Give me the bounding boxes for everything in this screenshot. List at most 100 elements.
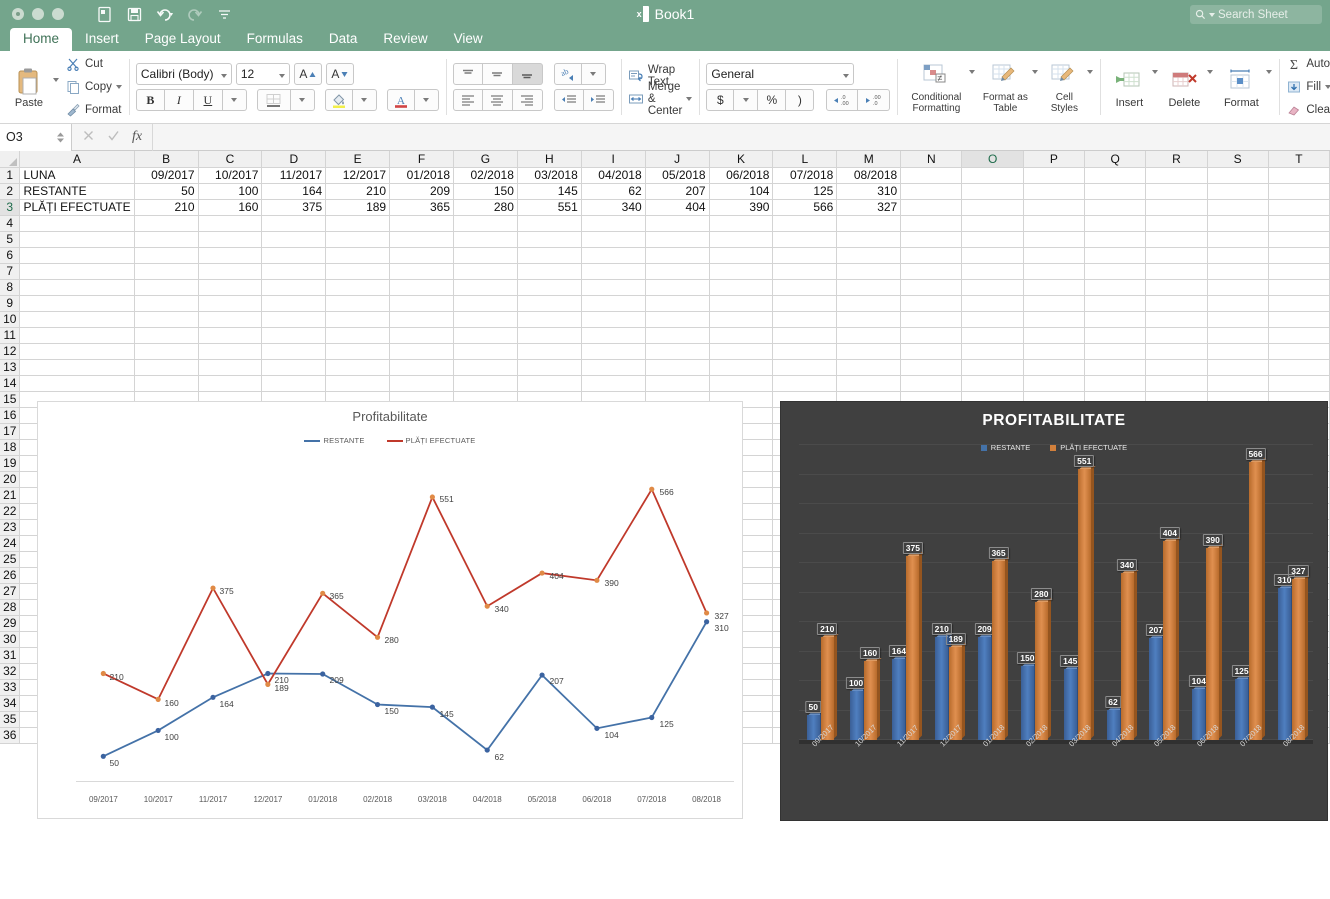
cell-D5[interactable]: [261, 231, 327, 248]
cell-D12[interactable]: [261, 343, 327, 360]
cell-N9[interactable]: [900, 295, 963, 312]
column-header-q[interactable]: Q: [1084, 151, 1147, 168]
cell-R11[interactable]: [1145, 327, 1208, 344]
cell-D14[interactable]: [261, 375, 327, 392]
row-header-24[interactable]: 24: [0, 535, 21, 552]
row-header-36[interactable]: 36: [0, 727, 21, 744]
row-header-22[interactable]: 22: [0, 503, 21, 520]
tab-home[interactable]: Home: [10, 28, 73, 51]
cell-M3[interactable]: 327: [836, 199, 902, 216]
insert-cells-button[interactable]: Insert: [1107, 66, 1151, 109]
chevron-down-icon[interactable]: [843, 74, 850, 78]
cell-F3[interactable]: 365: [389, 199, 454, 216]
row-header-28[interactable]: 28: [0, 599, 21, 616]
cell-G2[interactable]: 150: [453, 183, 518, 200]
cell-P10[interactable]: [1023, 311, 1085, 328]
cell-H4[interactable]: [517, 215, 582, 232]
cell-K8[interactable]: [709, 279, 774, 296]
table-row[interactable]: 1 LUNA 09/2017 10/2017 11/2017 12/2017 01/2018…: [0, 167, 1330, 184]
cell-R5[interactable]: [1145, 231, 1208, 248]
cell-C3[interactable]: 160: [198, 199, 263, 216]
row-header-4[interactable]: 4: [0, 215, 21, 232]
cell-T2[interactable]: [1268, 183, 1330, 200]
cell-S3[interactable]: [1207, 199, 1269, 216]
cell-G4[interactable]: [453, 215, 518, 232]
cell-B9[interactable]: [134, 295, 199, 312]
cell-L6[interactable]: [772, 247, 838, 264]
cell-M10[interactable]: [836, 311, 902, 328]
column-header-t[interactable]: T: [1268, 151, 1330, 168]
number-format-select[interactable]: General: [706, 63, 855, 85]
name-box-spinner[interactable]: [56, 132, 65, 143]
cell-B13[interactable]: [134, 359, 199, 376]
cell-P3[interactable]: [1023, 199, 1085, 216]
cell-H12[interactable]: [517, 343, 582, 360]
cell-F8[interactable]: [389, 279, 454, 296]
cell-G3[interactable]: 280: [453, 199, 518, 216]
cell-A10[interactable]: [19, 311, 135, 328]
row-header-1[interactable]: 1: [0, 167, 21, 184]
row-header-10[interactable]: 10: [0, 311, 21, 328]
cell-A9[interactable]: [19, 295, 135, 312]
cell-G11[interactable]: [453, 327, 518, 344]
cell-H9[interactable]: [517, 295, 582, 312]
cell-J6[interactable]: [645, 247, 710, 264]
row-header-18[interactable]: 18: [0, 439, 21, 456]
cell-F11[interactable]: [389, 327, 454, 344]
cell-B2[interactable]: 50: [134, 183, 199, 200]
cell-H10[interactable]: [517, 311, 582, 328]
cell-L1[interactable]: 07/2018: [772, 167, 838, 184]
column-header-d[interactable]: D: [261, 151, 327, 168]
row-header-3[interactable]: 3: [0, 199, 21, 216]
close-button[interactable]: [12, 8, 24, 20]
cell-R2[interactable]: [1145, 183, 1208, 200]
cell-J4[interactable]: [645, 215, 710, 232]
select-all-button[interactable]: [0, 151, 21, 168]
fill-color-dropdown-button[interactable]: [352, 89, 377, 111]
cell-E4[interactable]: [325, 215, 391, 232]
cell-F13[interactable]: [389, 359, 454, 376]
table-row[interactable]: 3 PLĂȚI EFECTUATE 210 160 375 189 365 280 551 340…: [0, 199, 1330, 216]
cell-T3[interactable]: [1268, 199, 1330, 216]
orientation-button[interactable]: ab: [553, 63, 582, 85]
cell-R9[interactable]: [1145, 295, 1208, 312]
column-header-c[interactable]: C: [198, 151, 263, 168]
cell-R3[interactable]: [1145, 199, 1208, 216]
cell-P5[interactable]: [1023, 231, 1085, 248]
delete-dropdown-icon[interactable]: [1207, 70, 1214, 74]
row-header-8[interactable]: 8: [0, 279, 21, 296]
cell-T5[interactable]: [1268, 231, 1330, 248]
cell-K13[interactable]: [709, 359, 774, 376]
column-header-i[interactable]: I: [581, 151, 646, 168]
align-middle-button[interactable]: [482, 63, 513, 85]
cell-M1[interactable]: 08/2018: [836, 167, 902, 184]
column-header-b[interactable]: B: [134, 151, 199, 168]
cell-N13[interactable]: [900, 359, 963, 376]
row-header-14[interactable]: 14: [0, 375, 21, 392]
cell-F5[interactable]: [389, 231, 454, 248]
table-row[interactable]: 12: [0, 343, 1330, 360]
cell-N5[interactable]: [900, 231, 963, 248]
cell-E5[interactable]: [325, 231, 391, 248]
cell-A11[interactable]: [19, 327, 135, 344]
cell-K4[interactable]: [709, 215, 774, 232]
cell-E10[interactable]: [325, 311, 391, 328]
format-as-table-dropdown-icon[interactable]: [1032, 70, 1039, 74]
cell-C10[interactable]: [198, 311, 263, 328]
cell-J1[interactable]: 05/2018: [645, 167, 710, 184]
cell-B7[interactable]: [134, 263, 199, 280]
cell-T14[interactable]: [1268, 375, 1330, 392]
cell-C14[interactable]: [198, 375, 263, 392]
tab-page-layout[interactable]: Page Layout: [132, 28, 234, 51]
cell-I3[interactable]: 340: [581, 199, 646, 216]
cell-B3[interactable]: 210: [134, 199, 199, 216]
cell-styles-dropdown-icon[interactable]: [1087, 70, 1094, 74]
cell-S10[interactable]: [1207, 311, 1269, 328]
cell-G10[interactable]: [453, 311, 518, 328]
cell-Q9[interactable]: [1084, 295, 1147, 312]
quick-access-toolbar[interactable]: [96, 6, 233, 23]
cell-B12[interactable]: [134, 343, 199, 360]
table-row[interactable]: 11: [0, 327, 1330, 344]
cell-T6[interactable]: [1268, 247, 1330, 264]
italic-button[interactable]: I: [164, 89, 194, 111]
